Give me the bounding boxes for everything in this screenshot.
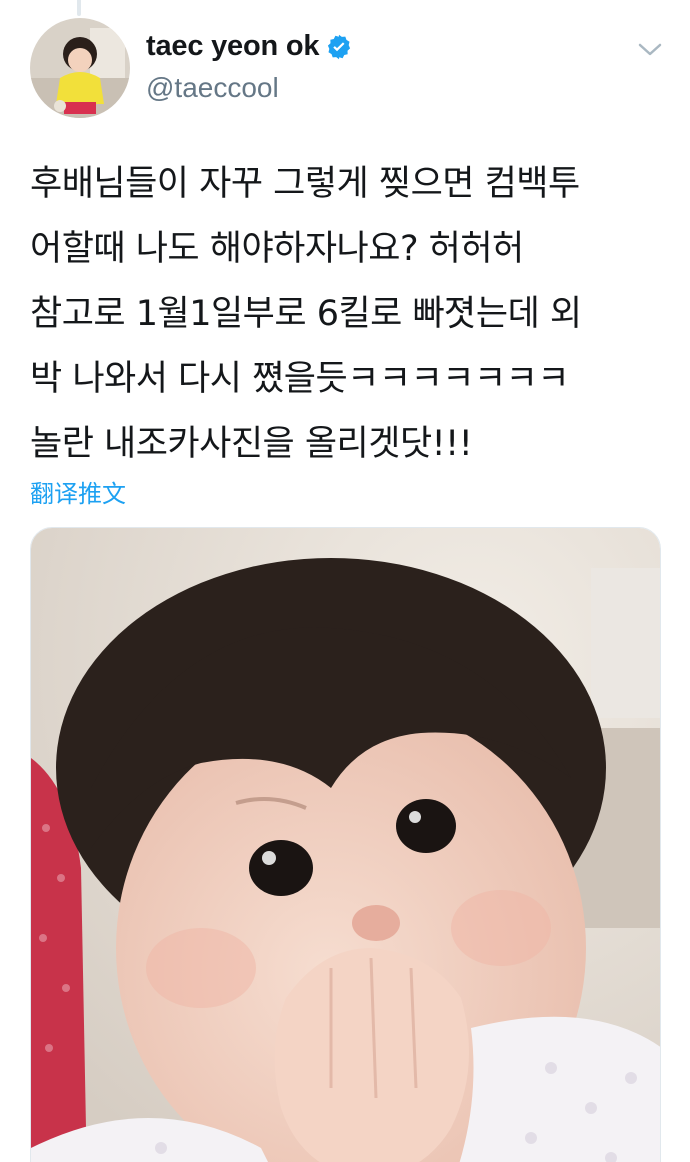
display-name[interactable]: taec yeon ok [146, 30, 319, 63]
chevron-down-icon[interactable] [636, 40, 664, 60]
tweet-text: 후배님들이 자꾸 그렇게 찢으면 컴백투 어할때 나도 해야하자나요? 허허허 … [30, 152, 660, 477]
author-name-row: taec yeon ok [146, 30, 353, 63]
tweet-text-line: 후배님들이 자꾸 그렇게 찢으면 컴백투 [30, 164, 580, 204]
tweet-text-line: 놀란 내조카사진을 올리겟닷!!! [30, 424, 473, 464]
baby-photo-icon [31, 528, 660, 1162]
translate-tweet-link[interactable]: 翻译推文 [30, 474, 126, 509]
tweet-header: taec yeon ok @taeccool [30, 18, 670, 118]
avatar[interactable] [30, 18, 130, 118]
tweet-text-line: 어할때 나도 해야하자나요? 허허허 [30, 229, 524, 269]
thread-connector-line [77, 0, 81, 16]
author-handle[interactable]: @taeccool [146, 72, 279, 104]
tweet-text-line: 참고로 1월1일부로 6킬로 빠졋는데 외 [30, 294, 582, 334]
avatar-photo-icon [30, 18, 130, 118]
tweet-media-photo[interactable] [30, 527, 661, 1162]
verified-badge-icon [325, 33, 353, 61]
tweet-text-line: 박 나와서 다시 쪘을듯ㅋㅋㅋㅋㅋㅋㅋ [30, 359, 570, 399]
